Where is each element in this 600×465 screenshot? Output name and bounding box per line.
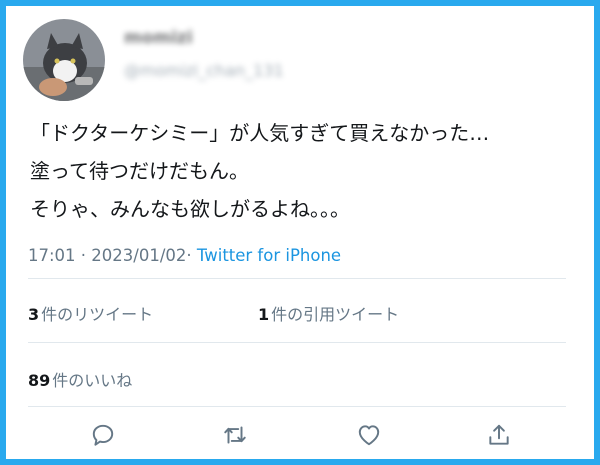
tweet-card: momizi @momizi_chan_131 「ドクターケシミー」が人気すぎて… bbox=[6, 6, 594, 459]
author-name[interactable]: momizi bbox=[124, 28, 193, 48]
share-button[interactable] bbox=[484, 420, 514, 450]
tweet-text: 「ドクターケシミー」が人気すぎて買えなかった… 塗って待つだけだもん。 そりゃ、… bbox=[30, 114, 590, 228]
tweet-source-link[interactable]: Twitter for iPhone bbox=[197, 246, 341, 265]
divider bbox=[28, 342, 566, 343]
avatar[interactable] bbox=[23, 19, 105, 101]
quote-count-label: 件の引用ツイート bbox=[271, 305, 400, 324]
quote-count-link[interactable]: 1 件の引用ツイート bbox=[258, 301, 399, 325]
heart-icon bbox=[358, 425, 380, 446]
reply-icon bbox=[92, 424, 114, 446]
retweet-count-link[interactable]: 3 件のリツイート bbox=[28, 301, 153, 325]
tweet-text-line: 塗って待つだけだもん。 bbox=[30, 159, 249, 183]
author-handle[interactable]: @momizi_chan_131 bbox=[124, 61, 284, 80]
like-count-link[interactable]: 89 件のいいね bbox=[28, 367, 132, 391]
quote-count: 1 bbox=[258, 305, 270, 324]
retweet-count: 3 bbox=[28, 305, 40, 324]
tweet-meta: 17:01 · 2023/01/02· Twitter for iPhone bbox=[28, 246, 341, 265]
reply-button[interactable] bbox=[88, 420, 118, 450]
retweet-count-label: 件のリツイート bbox=[41, 305, 154, 324]
tweet-text-line: そりゃ、みんなも欲しがるよね。。。 bbox=[30, 197, 350, 221]
share-icon bbox=[489, 424, 509, 445]
divider bbox=[28, 406, 566, 407]
like-count: 89 bbox=[28, 371, 51, 390]
retweet-button[interactable] bbox=[220, 420, 250, 450]
tweet-timestamp[interactable]: 17:01 · 2023/01/02· bbox=[28, 246, 192, 265]
tweet-text-line: 「ドクターケシミー」が人気すぎて買えなかった… bbox=[30, 121, 490, 145]
retweet-icon bbox=[224, 426, 246, 444]
like-count-label: 件のいいね bbox=[52, 371, 133, 390]
divider bbox=[28, 278, 566, 279]
like-button[interactable] bbox=[354, 420, 384, 450]
